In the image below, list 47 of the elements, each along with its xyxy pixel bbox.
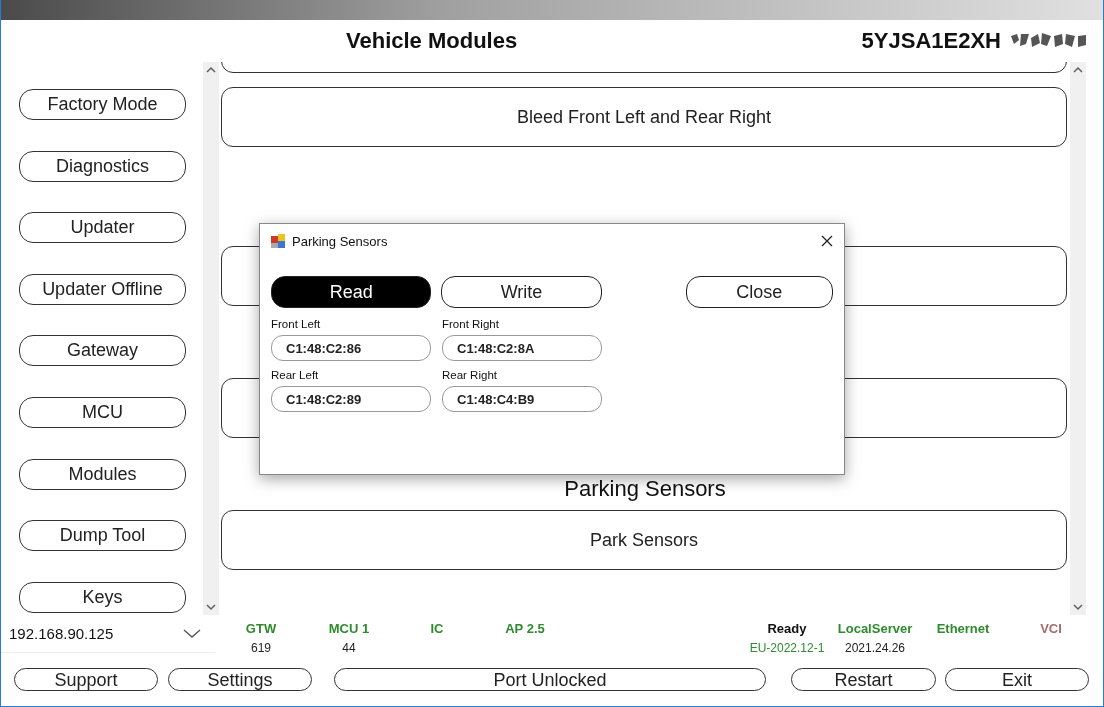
sidebar-button[interactable]: MCU <box>19 396 186 428</box>
dialog-button[interactable]: Write <box>441 276 602 308</box>
page-title: Vehicle Modules <box>346 28 518 54</box>
footer-button[interactable]: Support <box>14 668 158 691</box>
status-value: 619 <box>251 641 271 655</box>
status-value: 44 <box>342 641 356 655</box>
field-label: Front Right <box>442 318 499 332</box>
sidebar-button[interactable]: Dump Tool <box>19 520 186 552</box>
footer-button[interactable]: Port Unlocked <box>334 668 766 691</box>
sidebar-button[interactable]: Factory Mode <box>19 89 186 120</box>
status-value: EU-2022.12-1 <box>749 641 825 655</box>
status-label: VCI <box>1040 621 1062 638</box>
module-card-button[interactable]: Park Sensors <box>221 510 1067 570</box>
dialog-title: Parking Sensors <box>292 233 389 249</box>
footer-button[interactable]: Exit <box>945 668 1089 691</box>
text-field[interactable]: C1:48:C4:B9 <box>442 386 602 412</box>
field-label: Rear Right <box>442 369 497 383</box>
status-label: IC <box>430 621 444 638</box>
footer-button[interactable]: Restart <box>791 668 936 691</box>
app-icon <box>270 233 286 249</box>
address-value: 192.168.90.125 <box>9 625 114 642</box>
module-card-button[interactable]: Bleed Front Left and Rear Right <box>221 87 1067 147</box>
text-field[interactable]: C1:48:C2:86 <box>271 335 431 361</box>
status-label: Ethernet <box>936 621 990 638</box>
sidebar-button[interactable]: Gateway <box>19 335 186 367</box>
sidebar-button[interactable]: Diagnostics <box>19 150 186 182</box>
text-field[interactable]: C1:48:C2:8A <box>442 335 602 361</box>
sidebar-button[interactable]: Updater Offline <box>19 273 186 305</box>
status-label: LocalServer <box>837 621 913 638</box>
sidebar-button[interactable]: Modules <box>19 458 186 490</box>
field-label: Front Left <box>271 318 321 332</box>
chevron-down-icon <box>183 628 201 639</box>
field-label: Rear Left <box>271 369 319 383</box>
footer-button[interactable]: Settings <box>168 668 312 691</box>
sidebar-button[interactable]: Keys <box>19 581 186 613</box>
sidebar-button[interactable]: Updater <box>19 212 186 244</box>
status-label: MCU 1 <box>328 621 370 638</box>
close-icon[interactable] <box>820 234 834 248</box>
dialog-button[interactable]: Read <box>271 276 432 308</box>
text-field[interactable]: C1:48:C2:89 <box>271 386 431 412</box>
status-label: AP 2.5 <box>505 621 545 638</box>
status-label: GTW <box>245 621 277 638</box>
section-heading: Parking Sensors <box>564 476 726 502</box>
status-label: Ready <box>767 621 807 638</box>
vin-number: 5YJSA1E2XH <box>861 28 1001 54</box>
dialog-button[interactable]: Close <box>685 276 833 308</box>
status-value: 2021.24.26 <box>844 641 906 655</box>
